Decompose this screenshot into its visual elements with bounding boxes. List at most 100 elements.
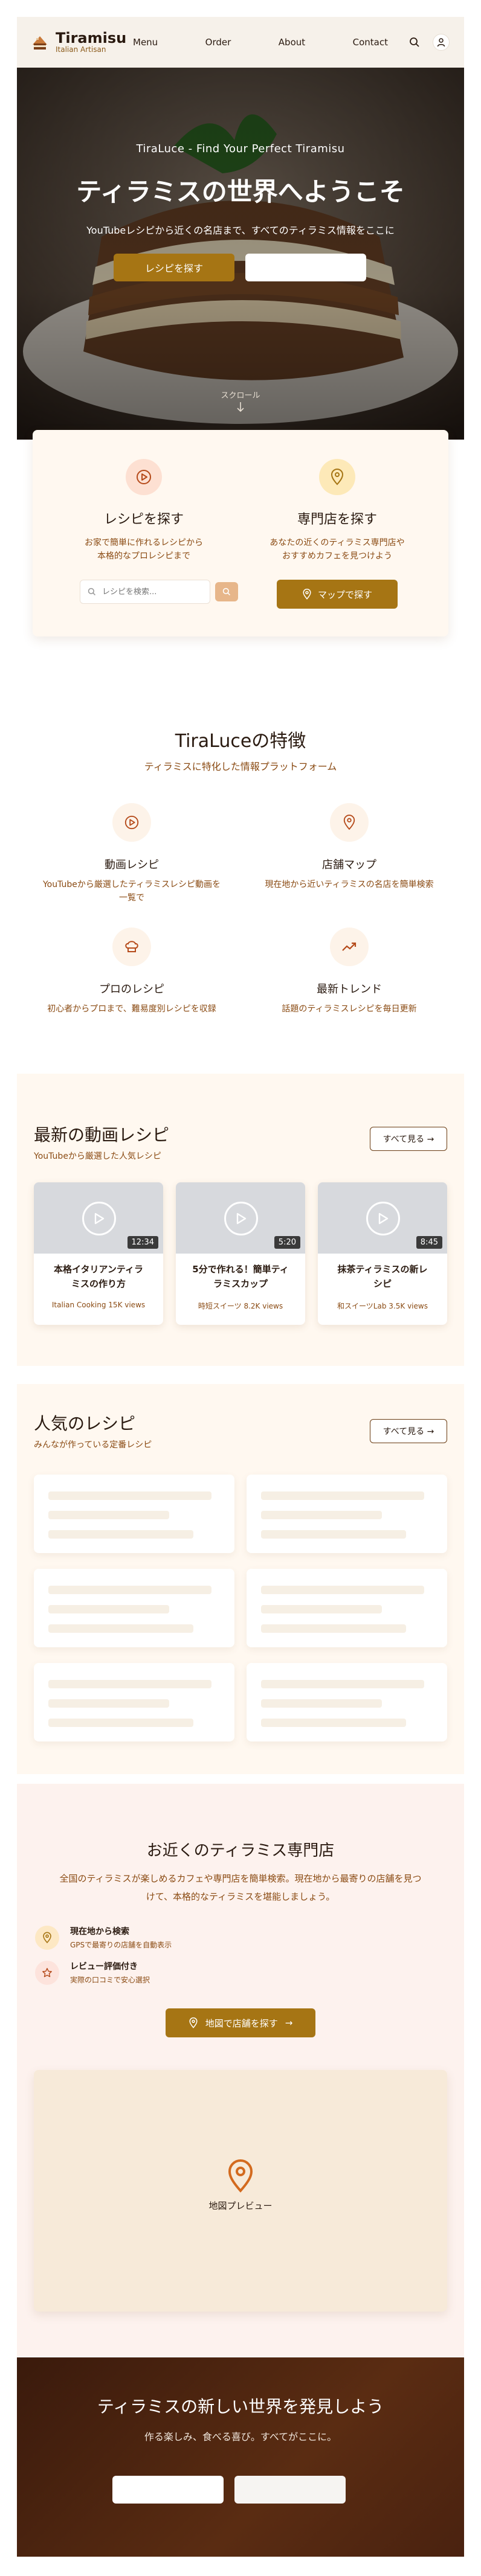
brand-title: Tiramisu xyxy=(56,30,127,46)
map-pin-icon xyxy=(226,2159,255,2196)
recipe-search-title: レシピを探す xyxy=(103,512,184,527)
video-title-line: 5分で作れる！簡単ティ xyxy=(192,1264,289,1275)
search-icon[interactable] xyxy=(406,34,423,51)
video-title: 抹茶ティラミスの新レ シピ xyxy=(318,1254,447,1296)
video-duration: 12:34 xyxy=(127,1236,158,1249)
video-channel: 和スイーツLab xyxy=(337,1302,387,1310)
feature-name: 最新トレンド xyxy=(317,983,382,996)
feature-desc: 現在地から近いティラミスの名店を簡単検索 xyxy=(247,878,452,891)
shop-feature-title: 現在地から検索 xyxy=(70,1927,129,1937)
main-nav: Menu Order About Contact xyxy=(127,37,406,48)
features-title: TiraLuceの特徴 xyxy=(175,731,306,752)
recipe-card-skeleton[interactable] xyxy=(247,1663,447,1741)
cta-button-secondary[interactable] xyxy=(234,2476,346,2504)
feature-name: 動画レシピ xyxy=(105,859,159,871)
recipe-search-panel: レシピを探す お家で簡単に作れるレシピから 本格的なプロレシピまで xyxy=(47,430,240,636)
play-icon[interactable] xyxy=(82,1202,116,1235)
popular-recipes-section: 人気のレシピ みんなが作っている定番レシピ すべて見る → xyxy=(17,1384,464,1774)
scroll-label: スクロール xyxy=(221,391,260,400)
video-card[interactable]: 12:34 本格イタリアンティラ ミスの作り方 Italian Cooking … xyxy=(34,1182,163,1325)
map-preview[interactable]: 地図プレビュー xyxy=(34,2070,447,2312)
map-search-button[interactable]: マップで探す xyxy=(277,580,398,609)
play-icon[interactable] xyxy=(366,1202,400,1235)
video-title-line: ラミスカップ xyxy=(213,1278,268,1289)
map-pin-icon xyxy=(189,2017,198,2028)
shop-search-title: 専門店を探す xyxy=(297,512,377,527)
video-channel: 時短スイーツ xyxy=(198,1302,242,1310)
hero-subtitle: YouTubeレシピから近くの名店まで、すべてのティラミス情報をここに xyxy=(86,225,395,236)
nav-order[interactable]: Order xyxy=(205,37,231,48)
shops-desc-line: けて、本格的なティラミスを堪能しましょう。 xyxy=(146,1891,335,1902)
feature-video-recipes: 動画レシピ YouTubeから厳選したティラミスレシピ動画を 一覧で xyxy=(29,803,234,905)
site-header: Tiramisu Italian Artisan Menu Order Abou… xyxy=(17,17,464,68)
video-thumbnail: 5:20 xyxy=(176,1182,305,1254)
secondary-button[interactable] xyxy=(245,254,366,281)
recipe-card-skeleton[interactable] xyxy=(247,1475,447,1553)
popular-subtitle: みんなが作っている定番レシピ xyxy=(34,1440,152,1450)
brand-subtitle: Italian Artisan xyxy=(56,45,106,54)
feature-pro-recipes: プロのレシピ 初心者からプロまで、難易度別レシピを収録 xyxy=(29,928,234,1016)
video-title-line: 抹茶ティラミスの新レ xyxy=(337,1264,428,1275)
user-icon[interactable] xyxy=(433,34,450,51)
video-duration: 8:45 xyxy=(416,1236,442,1249)
recipe-card-skeleton[interactable] xyxy=(34,1569,234,1647)
feature-desc-line: 初心者からプロまで、難易度別レシピを収録 xyxy=(47,1004,216,1014)
shop-feature-reviews: レビュー評価付き 実際の口コミで安心選択 xyxy=(35,1960,150,1985)
videos-see-all-button[interactable]: すべて見る → xyxy=(370,1127,447,1151)
nav-menu[interactable]: Menu xyxy=(133,37,158,48)
video-meta: 和スイーツLab 3.5K views xyxy=(318,1301,447,1311)
feature-name: プロのレシピ xyxy=(99,983,164,996)
video-card[interactable]: 8:45 抹茶ティラミスの新レ シピ 和スイーツLab 3.5K views xyxy=(318,1182,447,1325)
cta-subtitle: 作る楽しみ、食べる喜び。すべてがここに。 xyxy=(144,2431,337,2443)
video-title-line: 本格イタリアンティラ xyxy=(54,1264,143,1275)
search-icon xyxy=(88,588,95,595)
hero-title: ティラミスの世界へようこそ xyxy=(76,177,405,207)
video-views: 15K views xyxy=(108,1301,146,1309)
shop-search-desc: あなたの近くのティラミス専門店や おすすめカフェを見つけよう xyxy=(259,536,416,563)
feature-name: 店舗マップ xyxy=(322,859,376,871)
feature-desc-line: 現在地から近いティラミスの名店を簡単検索 xyxy=(265,880,434,889)
search-card: レシピを探す お家で簡単に作れるレシピから 本格的なプロレシピまで 専門店を探す… xyxy=(33,430,448,636)
popular-see-all-button[interactable]: すべて見る → xyxy=(370,1419,447,1443)
feature-shop-map: 店舗マップ 現在地から近いティラミスの名店を簡単検索 xyxy=(247,803,452,891)
nav-about[interactable]: About xyxy=(279,37,305,48)
find-recipe-button[interactable]: レシピを探す xyxy=(114,254,234,281)
video-title-line: ミスの作り方 xyxy=(71,1278,126,1289)
video-title: 本格イタリアンティラ ミスの作り方 xyxy=(34,1254,163,1296)
video-card[interactable]: 5:20 5分で作れる！簡単ティ ラミスカップ 時短スイーツ 8.2K view… xyxy=(176,1182,305,1325)
recipe-card-skeleton[interactable] xyxy=(247,1569,447,1647)
video-title-line: シピ xyxy=(373,1278,392,1289)
play-icon[interactable] xyxy=(224,1202,258,1235)
map-preview-label: 地図プレビュー xyxy=(208,2200,273,2211)
features-section: TiraLuceの特徴 ティラミスに特化した情報プラットフォーム 動画レシピ Y… xyxy=(0,675,481,1049)
feature-desc: YouTubeから厳選したティラミスレシピ動画を 一覧で xyxy=(29,878,234,905)
brand-logo[interactable]: Tiramisu Italian Artisan xyxy=(30,31,127,54)
video-thumbnail: 12:34 xyxy=(34,1182,163,1254)
map-pin-icon xyxy=(303,589,311,600)
feature-desc: 初心者からプロまで、難易度別レシピを収録 xyxy=(29,1002,234,1016)
popular-title: 人気のレシピ xyxy=(34,1414,136,1434)
cta-button-primary[interactable] xyxy=(112,2476,224,2504)
arrow-down-icon[interactable] xyxy=(236,401,245,415)
recipe-search-submit-button[interactable] xyxy=(215,582,238,601)
feature-desc-line: 話題のティラミスレシピを毎日更新 xyxy=(282,1004,417,1014)
video-recipes-section: 最新の動画レシピ YouTubeから厳選した人気レシピ すべて見る → 12:3… xyxy=(17,1074,464,1366)
feature-trends: 最新トレンド 話題のティラミスレシピを毎日更新 xyxy=(247,928,452,1016)
map-shop-search-button[interactable]: 地図で店舗を探す → xyxy=(166,2008,315,2037)
videos-title: 最新の動画レシピ xyxy=(34,1125,170,1145)
recipe-card-skeleton[interactable] xyxy=(34,1663,234,1741)
trending-icon xyxy=(330,928,369,966)
video-meta: 時短スイーツ 8.2K views xyxy=(176,1301,305,1311)
recipe-search-field[interactable] xyxy=(80,580,210,604)
video-views: 8.2K views xyxy=(244,1302,283,1310)
recipe-card-skeleton[interactable] xyxy=(34,1475,234,1553)
map-pin-icon xyxy=(330,803,369,842)
chef-hat-icon xyxy=(112,928,151,966)
map-pin-icon xyxy=(319,459,355,495)
map-search-label: マップで探す xyxy=(317,589,372,600)
arrow-right-icon: → xyxy=(285,2017,293,2028)
map-shop-search-label: 地図で店舗を探す xyxy=(205,2017,278,2029)
recipe-search-input[interactable] xyxy=(102,587,193,597)
nav-contact[interactable]: Contact xyxy=(353,37,388,48)
video-meta: Italian Cooking 15K views xyxy=(34,1301,163,1309)
